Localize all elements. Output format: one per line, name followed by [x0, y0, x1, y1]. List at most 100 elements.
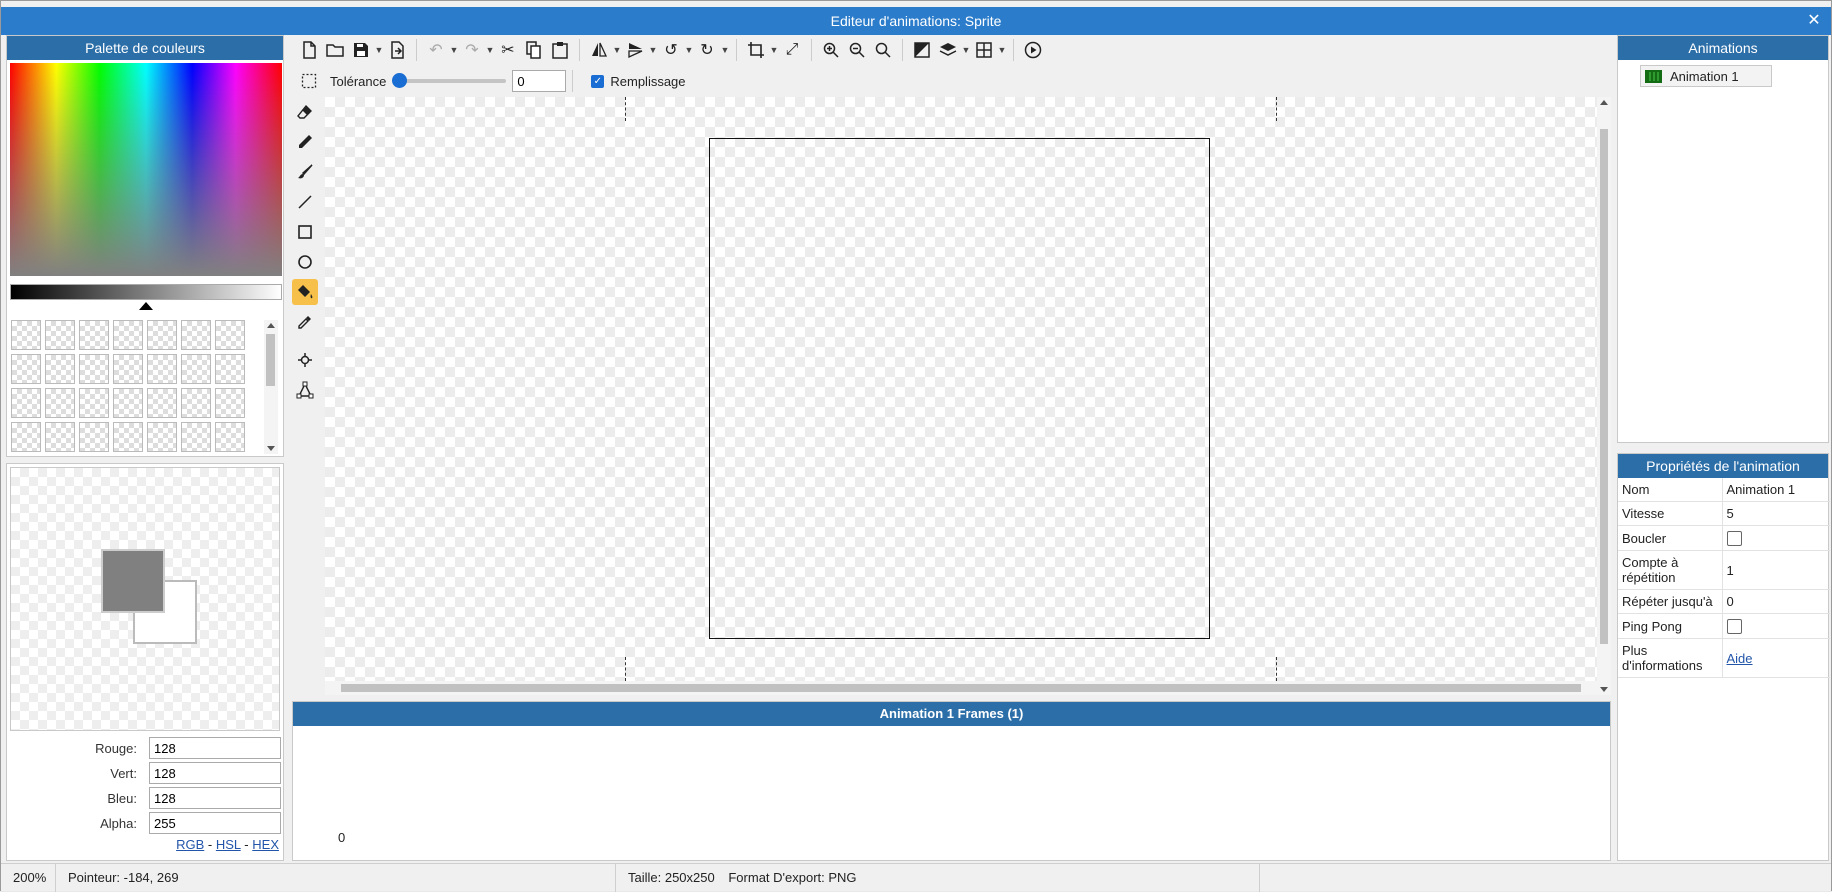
- flip-vertical-dropdown-icon[interactable]: ▼: [648, 45, 658, 55]
- save-dropdown-icon[interactable]: ▼: [374, 45, 384, 55]
- loop-checkbox[interactable]: [1726, 531, 1742, 547]
- color-swatch[interactable]: [181, 422, 211, 452]
- color-swatch[interactable]: [79, 388, 109, 418]
- canvas-horizontal-scrollbar[interactable]: [325, 681, 1597, 695]
- line-icon[interactable]: [292, 189, 318, 215]
- alpha-input[interactable]: [149, 812, 281, 834]
- collision-mask-icon[interactable]: [292, 377, 318, 403]
- flip-horizontal-dropdown-icon[interactable]: ▼: [612, 45, 622, 55]
- color-swatch[interactable]: [45, 320, 75, 350]
- scroll-down-icon[interactable]: [1600, 687, 1608, 692]
- foreground-color-swatch[interactable]: [101, 549, 165, 613]
- scroll-up-icon[interactable]: [1600, 100, 1608, 105]
- scrollbar-thumb[interactable]: [341, 684, 1581, 692]
- rotate-right-dropdown-icon[interactable]: ▼: [720, 45, 730, 55]
- color-swatch[interactable]: [147, 320, 177, 350]
- color-swatch[interactable]: [113, 422, 143, 452]
- name-value[interactable]: Animation 1: [1722, 478, 1830, 502]
- grid-icon[interactable]: [971, 37, 997, 63]
- color-swatch[interactable]: [11, 354, 41, 384]
- rectangle-icon[interactable]: [292, 219, 318, 245]
- color-swatch[interactable]: [215, 320, 245, 350]
- play-icon[interactable]: [1020, 37, 1046, 63]
- color-swatch[interactable]: [45, 422, 75, 452]
- copy-icon[interactable]: [521, 37, 547, 63]
- swatch-scrollbar[interactable]: [264, 320, 278, 454]
- rotate-left-dropdown-icon[interactable]: ▼: [684, 45, 694, 55]
- repeat-count-value[interactable]: 1: [1722, 550, 1830, 591]
- color-swatch[interactable]: [215, 354, 245, 384]
- rgb-link[interactable]: RGB: [176, 837, 204, 852]
- flip-vertical-icon[interactable]: [622, 37, 648, 63]
- scroll-down-icon[interactable]: [267, 446, 275, 451]
- color-swatch[interactable]: [79, 422, 109, 452]
- tolerance-input[interactable]: [512, 70, 567, 92]
- layers-dropdown-icon[interactable]: ▼: [961, 45, 971, 55]
- animation-list-item[interactable]: Animation 1: [1640, 65, 1772, 87]
- help-link[interactable]: Aide: [1727, 651, 1753, 666]
- color-swatch[interactable]: [45, 388, 75, 418]
- rotate-right-icon[interactable]: ↻: [694, 37, 720, 63]
- blue-input[interactable]: [149, 787, 281, 809]
- speed-value[interactable]: 5: [1722, 501, 1830, 526]
- color-swatch[interactable]: [181, 320, 211, 350]
- paste-icon[interactable]: [547, 37, 573, 63]
- color-swatch[interactable]: [11, 320, 41, 350]
- zoom-reset-icon[interactable]: [870, 37, 896, 63]
- resize-icon[interactable]: ⤢: [779, 37, 805, 63]
- new-file-icon[interactable]: [296, 37, 322, 63]
- color-swatch[interactable]: [113, 354, 143, 384]
- color-swatch[interactable]: [147, 422, 177, 452]
- tolerance-slider-knob[interactable]: [392, 73, 408, 88]
- brush-icon[interactable]: [292, 159, 318, 185]
- redo-icon[interactable]: ↷: [459, 37, 485, 63]
- ellipse-icon[interactable]: [292, 249, 318, 275]
- color-swatch[interactable]: [147, 388, 177, 418]
- green-input[interactable]: [149, 762, 281, 784]
- flip-horizontal-icon[interactable]: [586, 37, 612, 63]
- grayscale-bar[interactable]: [10, 284, 282, 300]
- scroll-up-icon[interactable]: [267, 323, 275, 328]
- undo-dropdown-icon[interactable]: ▼: [449, 45, 459, 55]
- redo-dropdown-icon[interactable]: ▼: [485, 45, 495, 55]
- selection-icon[interactable]: [296, 68, 322, 94]
- color-swatch[interactable]: [215, 422, 245, 452]
- zoom-in-icon[interactable]: [818, 37, 844, 63]
- hsl-link[interactable]: HSL: [216, 837, 241, 852]
- point-icon[interactable]: [292, 347, 318, 373]
- cut-icon[interactable]: ✂: [495, 37, 521, 63]
- grayscale-marker-icon[interactable]: [139, 302, 153, 310]
- color-swatch[interactable]: [11, 388, 41, 418]
- fill-bucket-icon[interactable]: [292, 279, 318, 305]
- layers-icon[interactable]: [935, 37, 961, 63]
- color-swatch[interactable]: [113, 320, 143, 350]
- color-swatch[interactable]: [181, 354, 211, 384]
- fill-checkbox[interactable]: ✓: [591, 74, 605, 88]
- red-input[interactable]: [149, 737, 281, 759]
- rotate-left-icon[interactable]: ↺: [658, 37, 684, 63]
- zoom-out-icon[interactable]: [844, 37, 870, 63]
- scrollbar-thumb[interactable]: [1600, 129, 1608, 644]
- color-swatch[interactable]: [113, 388, 143, 418]
- eraser-icon[interactable]: [292, 99, 318, 125]
- color-swatch[interactable]: [79, 320, 109, 350]
- close-icon[interactable]: ✕: [1803, 7, 1825, 35]
- crop-dropdown-icon[interactable]: ▼: [769, 45, 779, 55]
- canvas-vertical-scrollbar[interactable]: [1597, 97, 1611, 695]
- crop-icon[interactable]: [743, 37, 769, 63]
- export-icon[interactable]: [384, 37, 410, 63]
- save-icon[interactable]: [348, 37, 374, 63]
- hex-link[interactable]: HEX: [252, 837, 279, 852]
- ping-pong-checkbox[interactable]: [1726, 619, 1742, 635]
- color-swatch[interactable]: [45, 354, 75, 384]
- scrollbar-thumb[interactable]: [266, 334, 275, 386]
- color-swatch[interactable]: [181, 388, 211, 418]
- color-swatch[interactable]: [11, 422, 41, 452]
- color-swatch[interactable]: [79, 354, 109, 384]
- repeat-until-value[interactable]: 0: [1722, 589, 1830, 615]
- grid-dropdown-icon[interactable]: ▼: [997, 45, 1007, 55]
- color-swatch[interactable]: [215, 388, 245, 418]
- eyedropper-icon[interactable]: [292, 309, 318, 335]
- background-toggle-icon[interactable]: [909, 37, 935, 63]
- color-swatch[interactable]: [147, 354, 177, 384]
